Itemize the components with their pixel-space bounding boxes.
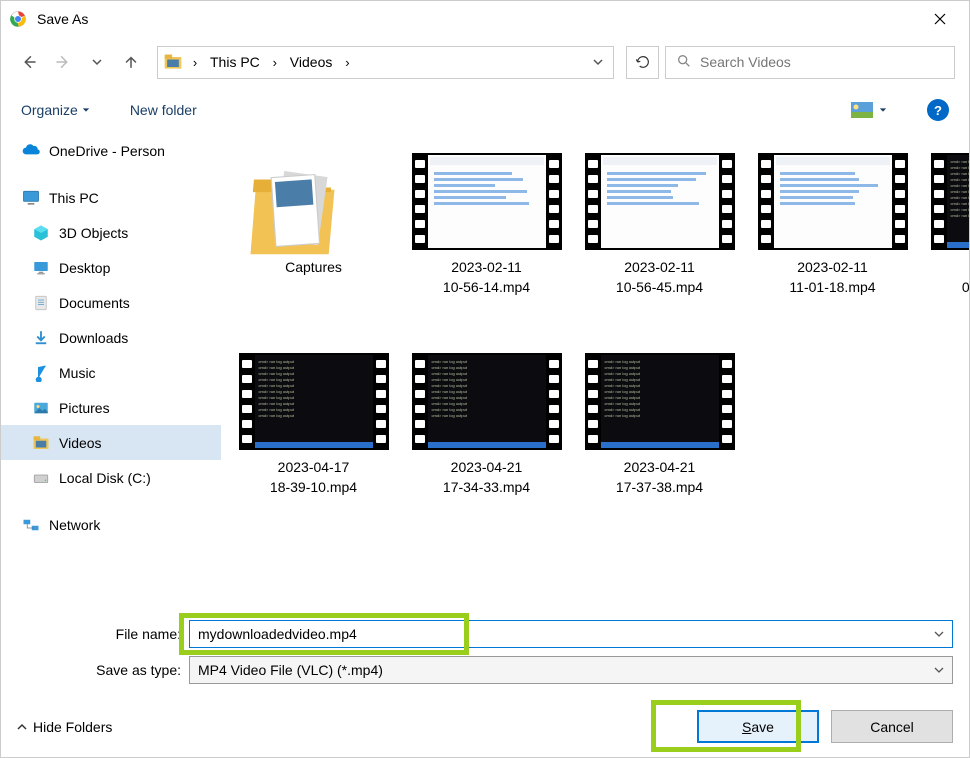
chevron-right-icon[interactable]: ›: [340, 55, 354, 70]
help-button[interactable]: ?: [927, 99, 949, 121]
tree-item-net[interactable]: Network: [1, 507, 221, 542]
tree-item-label: Local Disk (C:): [59, 470, 151, 486]
save-button[interactable]: Save: [697, 710, 819, 743]
breadcrumb-thispc[interactable]: This PC: [206, 52, 264, 72]
chevron-right-icon[interactable]: ›: [188, 55, 202, 70]
music-icon: [31, 363, 51, 383]
item-label: 2023-04-13 00-38-25.mp4: [962, 258, 969, 297]
tree-item-music[interactable]: Music: [1, 355, 221, 390]
tree-item-label: OneDrive - Person: [49, 143, 165, 159]
tree-item-onedrive[interactable]: OneDrive - Person: [1, 133, 221, 168]
tree-item-label: This PC: [49, 190, 99, 206]
video-item[interactable]: cmd> run log output cmd> run log output …: [404, 353, 569, 533]
tree-item-disk[interactable]: Local Disk (C:): [1, 460, 221, 495]
save-as-dialog: Save As › This PC › Videos ›: [0, 0, 970, 758]
pics-icon: [31, 398, 51, 418]
tree-item-desktop[interactable]: Desktop: [1, 250, 221, 285]
up-button[interactable]: [117, 48, 145, 76]
tree-item-3d[interactable]: 3D Objects: [1, 215, 221, 250]
history-dropdown[interactable]: [83, 48, 111, 76]
chevron-right-icon[interactable]: ›: [268, 55, 282, 70]
titlebar: Save As: [1, 1, 969, 37]
nav-row: › This PC › Videos ›: [1, 37, 969, 87]
forward-button[interactable]: [49, 48, 77, 76]
save-button-rest: ave: [751, 719, 774, 735]
video-thumbnail: cmd> run log output cmd> run log output …: [239, 353, 389, 450]
savetype-dropdown[interactable]: MP4 Video File (VLC) (*.mp4): [189, 656, 953, 684]
tree-item-label: Downloads: [59, 330, 128, 346]
hide-folders-label: Hide Folders: [33, 719, 112, 735]
tree-item-pics[interactable]: Pictures: [1, 390, 221, 425]
tree-item-label: 3D Objects: [59, 225, 128, 241]
chrome-icon: [9, 10, 27, 28]
file-grid: Captures 2023-02-11 10-56-14.mp4 2023-02-1…: [221, 133, 969, 604]
video-thumbnail: [758, 153, 908, 250]
video-item[interactable]: cmd> run log output cmd> run log output …: [231, 353, 396, 533]
3d-icon: [31, 223, 51, 243]
toolbar: Organize New folder ?: [1, 87, 969, 133]
tree-item-label: Videos: [59, 435, 102, 451]
docs-icon: [31, 293, 51, 313]
tree-item-label: Network: [49, 517, 100, 533]
video-item[interactable]: cmd> run log output cmd> run log output …: [577, 353, 742, 533]
video-item[interactable]: 2023-02-11 10-56-45.mp4: [577, 153, 742, 333]
tree-item-docs[interactable]: Documents: [1, 285, 221, 320]
tree-item-thispc[interactable]: This PC: [1, 180, 221, 215]
video-item[interactable]: 2023-02-11 11-01-18.mp4: [750, 153, 915, 333]
desktop-icon: [31, 258, 51, 278]
refresh-button[interactable]: [626, 46, 659, 79]
item-label: 2023-02-11 11-01-18.mp4: [789, 258, 875, 297]
tree-item-dl[interactable]: Downloads: [1, 320, 221, 355]
tree-item-videos[interactable]: Videos: [1, 425, 221, 460]
onedrive-icon: [21, 141, 41, 161]
bottom-panel: File name: mydownloadedvideo.mp4 Save as…: [1, 604, 969, 696]
item-label: 2023-04-21 17-34-33.mp4: [443, 458, 530, 497]
hide-folders-toggle[interactable]: Hide Folders: [17, 719, 112, 735]
dialog-footer: Hide Folders Save Cancel: [1, 696, 969, 757]
item-label: 2023-02-11 10-56-45.mp4: [616, 258, 703, 297]
thispc-icon: [21, 188, 41, 208]
net-icon: [21, 515, 41, 535]
savetype-value: MP4 Video File (VLC) (*.mp4): [198, 662, 383, 678]
videos-icon: [31, 433, 51, 453]
view-menu[interactable]: [851, 102, 887, 118]
video-item[interactable]: 2023-02-11 10-56-14.mp4: [404, 153, 569, 333]
tree-item-label: Desktop: [59, 260, 110, 276]
savetype-label: Save as type:: [17, 662, 181, 678]
search-box[interactable]: [665, 46, 955, 79]
newfolder-button[interactable]: New folder: [130, 102, 197, 118]
item-label: 2023-04-17 18-39-10.mp4: [270, 458, 357, 497]
breadcrumb-videos[interactable]: Videos: [286, 52, 337, 72]
video-thumbnail: [585, 153, 735, 250]
folder-tree: OneDrive - Person This PC 3D Objects Deskto…: [1, 133, 221, 604]
item-label: 2023-02-11 10-56-14.mp4: [443, 258, 530, 297]
folder-thumbnail: [239, 153, 354, 268]
filename-label: File name:: [17, 626, 181, 642]
videos-folder-icon: [162, 51, 184, 73]
dl-icon: [31, 328, 51, 348]
tree-item-label: Pictures: [59, 400, 110, 416]
organize-menu[interactable]: Organize: [21, 102, 90, 118]
filename-value: mydownloadedvideo.mp4: [198, 626, 357, 642]
video-thumbnail: cmd> run log output cmd> run log output …: [931, 153, 970, 250]
video-item[interactable]: cmd> run log output cmd> run log output …: [923, 153, 969, 333]
search-icon: [676, 53, 692, 72]
close-button[interactable]: [919, 4, 961, 34]
organize-label: Organize: [21, 102, 78, 118]
item-label: 2023-04-21 17-37-38.mp4: [616, 458, 703, 497]
address-bar[interactable]: › This PC › Videos ›: [157, 46, 614, 79]
tree-item-label: Documents: [59, 295, 130, 311]
search-input[interactable]: [700, 54, 944, 70]
video-thumbnail: [412, 153, 562, 250]
address-dropdown[interactable]: [587, 55, 609, 70]
dialog-title: Save As: [37, 11, 919, 27]
disk-icon: [31, 468, 51, 488]
tree-item-label: Music: [59, 365, 96, 381]
folder-item[interactable]: Captures: [231, 153, 396, 333]
filename-input[interactable]: mydownloadedvideo.mp4: [189, 620, 953, 648]
video-thumbnail: cmd> run log output cmd> run log output …: [412, 353, 562, 450]
video-thumbnail: cmd> run log output cmd> run log output …: [585, 353, 735, 450]
back-button[interactable]: [15, 48, 43, 76]
cancel-button[interactable]: Cancel: [831, 710, 953, 743]
